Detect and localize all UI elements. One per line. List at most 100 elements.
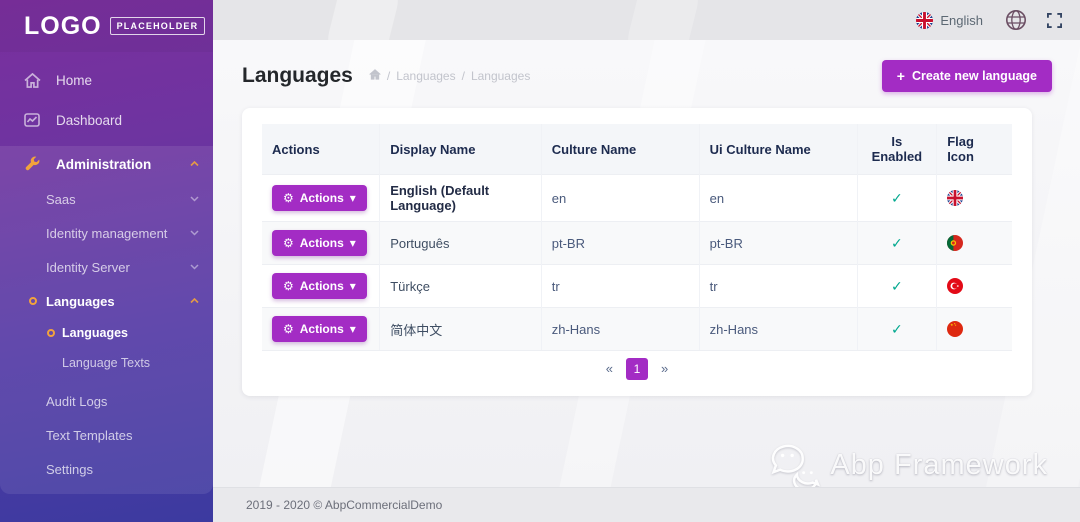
sidebar-item-label: Saas: [46, 192, 76, 207]
actions-button-label: Actions: [300, 236, 344, 250]
actions-button-label: Actions: [300, 191, 344, 205]
sidebar-item-identity-management[interactable]: Identity management: [0, 216, 213, 250]
sidebar-item-saas[interactable]: Saas: [0, 182, 213, 216]
cell-ui-culture-name: zh-Hans: [699, 308, 857, 351]
watermark-text: Abp Framework: [830, 449, 1048, 482]
column-header-display-name[interactable]: Display Name: [380, 124, 542, 175]
actions-dropdown-button[interactable]: ⚙ Actions ▾: [272, 316, 367, 342]
actions-button-label: Actions: [300, 322, 344, 336]
table-row: ⚙ Actions ▾ Türkçe tr tr ✓: [262, 265, 1012, 308]
sidebar-item-languages[interactable]: Languages: [0, 284, 213, 318]
flag-portugal-icon: [947, 235, 963, 251]
actions-button-label: Actions: [300, 279, 344, 293]
cell-flag: [937, 175, 1012, 222]
active-bullet-icon: [47, 329, 55, 337]
content-area: Languages / Languages / Languages + Crea…: [213, 40, 1080, 487]
chevron-down-icon: [190, 230, 199, 236]
column-header-culture-name[interactable]: Culture Name: [541, 124, 699, 175]
column-header-ui-culture-name[interactable]: Ui Culture Name: [699, 124, 857, 175]
cell-actions: ⚙ Actions ▾: [262, 222, 380, 265]
cell-culture-name: tr: [541, 265, 699, 308]
column-header-flag-icon[interactable]: Flag Icon: [937, 124, 1012, 175]
sidebar-item-language-texts[interactable]: Language Texts: [0, 348, 213, 378]
chevron-up-icon: [190, 298, 199, 304]
breadcrumb-item[interactable]: Languages: [396, 69, 455, 83]
decorative-streak: [322, 0, 404, 40]
flag-china-icon: [947, 321, 963, 337]
cell-ui-culture-name: tr: [699, 265, 857, 308]
sidebar-item-languages-languages[interactable]: Languages: [0, 318, 213, 348]
actions-dropdown-button[interactable]: ⚙ Actions ▾: [272, 185, 367, 211]
caret-down-icon: ▾: [350, 322, 356, 336]
fullscreen-icon[interactable]: [1047, 13, 1062, 28]
flag-turkey-icon: [947, 278, 963, 294]
table-row: ⚙ Actions ▾ Português pt-BR pt-BR ✓: [262, 222, 1012, 265]
pagination-prev-button[interactable]: «: [602, 361, 617, 376]
sidebar-item-label: Identity management: [46, 226, 167, 241]
caret-down-icon: ▾: [350, 279, 356, 293]
pagination-next-button[interactable]: »: [657, 361, 672, 376]
cell-flag: [937, 308, 1012, 351]
breadcrumb-separator: /: [387, 69, 390, 83]
chevron-up-icon: [190, 161, 199, 167]
logo-text[interactable]: LOGO: [24, 12, 102, 41]
globe-icon[interactable]: [1005, 9, 1027, 31]
cell-ui-culture-name: pt-BR: [699, 222, 857, 265]
cell-actions: ⚙ Actions ▾: [262, 265, 380, 308]
footer: 2019 - 2020 © AbpCommercialDemo: [213, 487, 1080, 522]
sidebar-item-label: Languages: [62, 326, 128, 340]
sidebar-item-label: Languages: [46, 294, 115, 309]
watermark: Abp Framework: [768, 443, 1048, 487]
logo-placeholder-badge: PLACEHOLDER: [110, 17, 206, 35]
sidebar-item-administration[interactable]: Administration: [0, 146, 213, 182]
sidebar-item-identity-server[interactable]: Identity Server: [0, 250, 213, 284]
sidebar-item-label: Audit Logs: [46, 394, 107, 409]
sidebar-item-home[interactable]: Home: [0, 60, 213, 100]
cell-display-name: 简体中文: [380, 308, 542, 351]
gear-icon: ⚙: [283, 236, 294, 250]
dashboard-chart-icon: [24, 113, 44, 127]
actions-dropdown-button[interactable]: ⚙ Actions ▾: [272, 273, 367, 299]
pagination: « 1 »: [262, 350, 1012, 386]
sidebar-item-text-templates[interactable]: Text Templates: [0, 418, 213, 452]
cell-actions: ⚙ Actions ▾: [262, 175, 380, 222]
pagination-page-1[interactable]: 1: [626, 358, 648, 380]
create-new-language-button[interactable]: + Create new language: [882, 60, 1052, 92]
sidebar-item-settings[interactable]: Settings: [0, 452, 213, 486]
plus-icon: +: [897, 68, 905, 84]
flag-united-kingdom-icon: [947, 190, 963, 206]
breadcrumb-item[interactable]: Languages: [471, 69, 530, 83]
cell-display-name: English (Default Language): [380, 175, 542, 222]
chat-bubbles-icon: [768, 443, 824, 487]
active-bullet-icon: [29, 297, 37, 305]
caret-down-icon: ▾: [350, 191, 356, 205]
copyright-text: 2019 - 2020 © AbpCommercialDemo: [246, 498, 442, 512]
app-window: LOGO PLACEHOLDER Home Dashboard: [0, 0, 1080, 522]
table-header-row: Actions Display Name Culture Name Ui Cul…: [262, 124, 1012, 175]
breadcrumb-home-icon[interactable]: [369, 69, 381, 83]
sidebar-item-dashboard[interactable]: Dashboard: [0, 100, 213, 140]
language-selector[interactable]: English: [916, 12, 983, 29]
caret-down-icon: ▾: [350, 236, 356, 250]
actions-dropdown-button[interactable]: ⚙ Actions ▾: [272, 230, 367, 256]
gear-icon: ⚙: [283, 322, 294, 336]
enabled-check-icon: ✓: [857, 222, 937, 265]
enabled-check-icon: ✓: [857, 265, 937, 308]
sidebar-item-audit-logs[interactable]: Audit Logs: [0, 384, 213, 418]
cell-ui-culture-name: en: [699, 175, 857, 222]
uk-flag-icon: [916, 12, 933, 29]
wrench-icon: [24, 155, 44, 174]
sidebar-item-label: Language Texts: [62, 356, 150, 370]
language-selector-label: English: [940, 13, 983, 28]
column-header-actions[interactable]: Actions: [262, 124, 380, 175]
sidebar-item-label: Administration: [56, 157, 151, 172]
column-header-is-enabled[interactable]: Is Enabled: [857, 124, 937, 175]
decorative-streak: [622, 0, 704, 40]
main-area: English Languages / Languages: [213, 0, 1080, 522]
cell-culture-name: en: [541, 175, 699, 222]
languages-table: Actions Display Name Culture Name Ui Cul…: [262, 124, 1012, 350]
sidebar-item-label: Dashboard: [56, 113, 122, 128]
top-header-bar: English: [213, 0, 1080, 40]
breadcrumb: / Languages / Languages: [369, 69, 530, 83]
cell-culture-name: zh-Hans: [541, 308, 699, 351]
